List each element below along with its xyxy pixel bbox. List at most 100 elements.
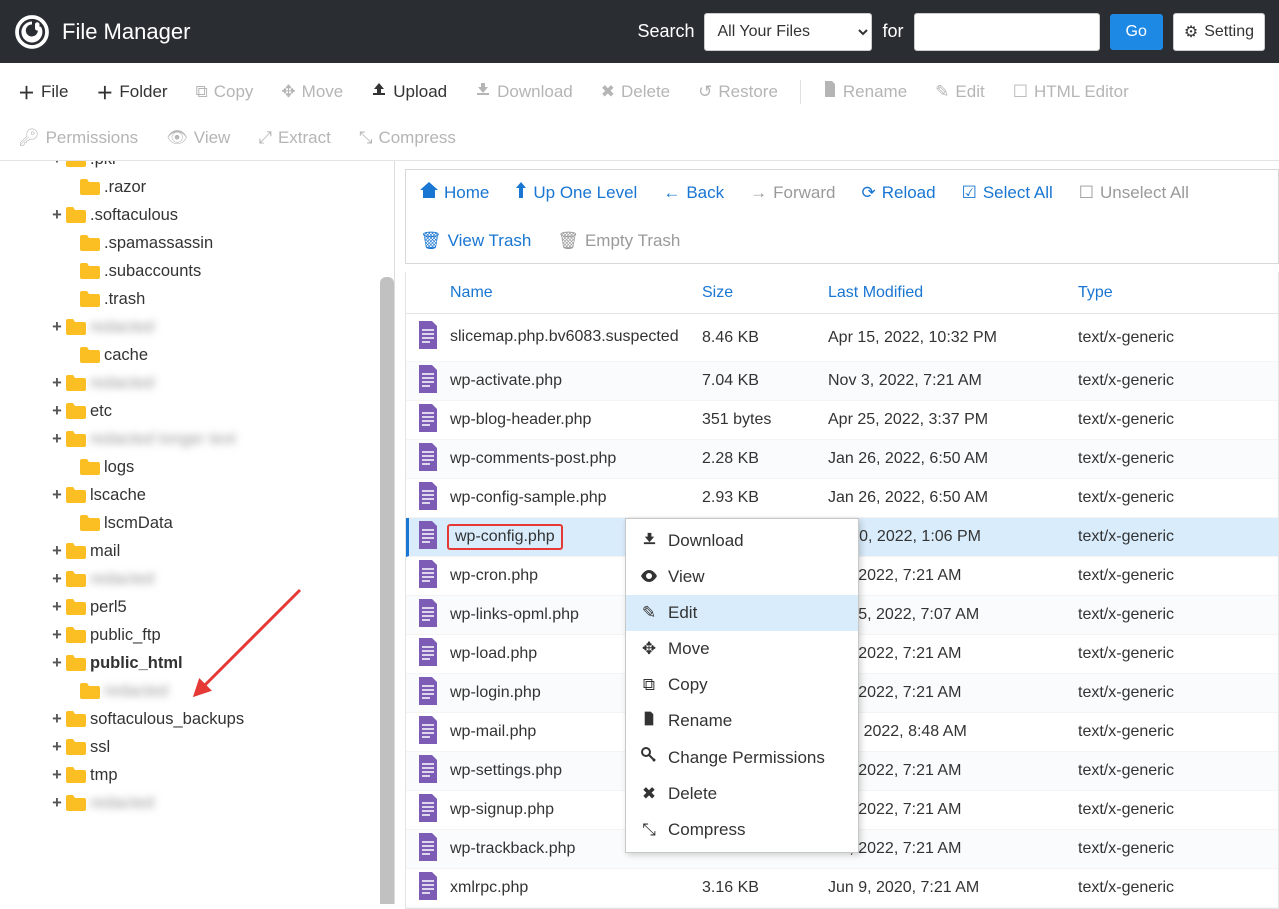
tree-label[interactable]: redacted [90,570,154,589]
tree-item[interactable]: .spamassassin [8,229,390,257]
search-scope-select[interactable]: All Your Files [704,13,872,51]
table-row[interactable]: wp-blog-header.php351 bytesApr 25, 2022,… [406,401,1278,440]
col-size[interactable]: Size [702,284,828,302]
edit-button[interactable]: ✎Edit [925,76,995,108]
tree-item[interactable]: lscmData [8,509,390,537]
empty-trash-button[interactable]: 🗑Empty Trash [557,231,680,251]
tree-item[interactable]: + redacted [8,313,390,341]
tree-label[interactable]: logs [104,458,134,477]
table-row[interactable]: wp-comments-post.php2.28 KBJan 26, 2022,… [406,440,1278,479]
go-button[interactable]: Go [1110,14,1163,50]
tree-label[interactable]: .subaccounts [104,262,201,281]
tree-item[interactable]: .razor [8,173,390,201]
search-input[interactable] [914,13,1100,51]
tree-item[interactable]: + .pki [8,161,390,173]
tree-label[interactable]: perl5 [90,598,127,617]
tree-label[interactable]: tmp [90,766,118,785]
tree-item[interactable]: + perl5 [8,593,390,621]
tree-label[interactable]: etc [90,402,112,421]
tree-toggle[interactable]: + [50,486,64,505]
scrollbar-track[interactable] [379,161,394,900]
compress-button[interactable]: ⤡Compress [349,122,466,154]
tree-toggle[interactable]: + [50,374,64,393]
tree-item[interactable]: +redacted [8,565,390,593]
extract-button[interactable]: ⤢Extract [248,122,341,154]
table-row[interactable]: wp-config-sample.php2.93 KBJan 26, 2022,… [406,479,1278,518]
tree-item[interactable]: + etc [8,397,390,425]
tree-item[interactable]: + redacted longer text [8,425,390,453]
ctx-rename[interactable]: Rename [626,703,858,739]
tree-item[interactable]: cache [8,341,390,369]
tree-item[interactable]: .subaccounts [8,257,390,285]
forward-button[interactable]: →Forward [750,183,835,203]
ctx-move[interactable]: ✥Move [626,631,858,667]
tree-toggle[interactable]: + [50,794,64,813]
tree-toggle[interactable]: + [50,738,64,757]
col-modified[interactable]: Last Modified [828,284,1078,302]
tree-item[interactable]: + redacted [8,789,390,817]
col-type[interactable]: Type [1078,284,1278,302]
table-row[interactable]: wp-activate.php7.04 KBNov 3, 2022, 7:21 … [406,362,1278,401]
tree-item[interactable]: .trash [8,285,390,313]
unselect-all-button[interactable]: ☐Unselect All [1079,183,1189,203]
tree-label[interactable]: .trash [104,290,145,309]
ctx-view[interactable]: View [626,559,858,595]
tree-item[interactable]: + .softaculous [8,201,390,229]
tree-toggle[interactable]: + [50,430,64,449]
col-name[interactable]: Name [450,284,702,302]
ctx-compress[interactable]: ⤡Compress [626,812,858,848]
tree-label[interactable]: lscmData [104,514,173,533]
table-row[interactable]: xmlrpc.php3.16 KBJun 9, 2020, 7:21 AMtex… [406,869,1278,908]
tree-item[interactable]: redacted [8,677,390,705]
tree-toggle[interactable]: + [50,318,64,337]
tree-label[interactable]: .softaculous [90,206,178,225]
folder-tree[interactable]: + .pki .razor + .softaculous .spamassassin .su… [0,161,394,825]
html-editor-button[interactable]: ☐HTML Editor [1003,76,1139,108]
copy-button[interactable]: ⧉Copy [186,76,264,108]
tree-item[interactable]: + softaculous_backups [8,705,390,733]
rename-button[interactable]: Rename [813,75,917,108]
tree-label[interactable]: redacted [90,374,154,393]
tree-label[interactable]: .pki [90,161,116,169]
tree-item[interactable]: + public_html [8,649,390,677]
ctx-permissions[interactable]: Change Permissions [626,739,858,776]
delete-button[interactable]: ✖Delete [591,76,680,108]
tree-label[interactable]: .razor [104,178,146,197]
tree-item[interactable]: + tmp [8,761,390,789]
reload-button[interactable]: ⟳Reload [861,183,935,203]
tree-label[interactable]: public_ftp [90,626,161,645]
tree-item[interactable]: +mail [8,537,390,565]
tree-toggle[interactable]: + [50,402,64,421]
tree-label[interactable]: lscache [90,486,146,505]
tree-label[interactable]: redacted longer text [90,430,236,449]
table-row[interactable]: slicemap.php.bv6083.suspected8.46 KBApr … [406,314,1278,362]
back-button[interactable]: ←Back [663,183,724,203]
tree-label[interactable]: redacted [90,794,154,813]
tree-label[interactable]: redacted [90,318,154,337]
tree-label[interactable]: .spamassassin [104,234,213,253]
move-button[interactable]: ✥Move [271,76,353,108]
tree-item[interactable]: + ssl [8,733,390,761]
view-trash-button[interactable]: 🗑View Trash [420,231,531,251]
tree-toggle[interactable]: + [50,206,64,225]
permissions-button[interactable]: 🔑︎Permissions [8,122,148,154]
ctx-edit[interactable]: ✎Edit [626,595,858,631]
view-button[interactable]: 👁View [156,122,240,154]
tree-label[interactable]: public_html [90,654,183,673]
home-button[interactable]: Home [420,182,489,203]
tree-item[interactable]: + redacted [8,369,390,397]
tree-toggle[interactable]: + [50,710,64,729]
tree-toggle[interactable]: + [50,161,64,169]
upload-button[interactable]: Upload [361,75,457,108]
tree-label[interactable]: softaculous_backups [90,710,244,729]
ctx-download[interactable]: Download [626,523,858,559]
tree-toggle[interactable]: + [50,766,64,785]
settings-button[interactable]: ⚙Setting [1173,13,1265,51]
up-level-button[interactable]: Up One Level [515,182,637,203]
tree-label[interactable]: ssl [90,738,110,757]
tree-toggle[interactable]: + [50,598,64,617]
tree-item[interactable]: + lscache [8,481,390,509]
restore-button[interactable]: ↺Restore [688,76,788,108]
new-folder-button[interactable]: ＋Folder [86,73,177,110]
tree-toggle[interactable]: + [50,654,64,673]
